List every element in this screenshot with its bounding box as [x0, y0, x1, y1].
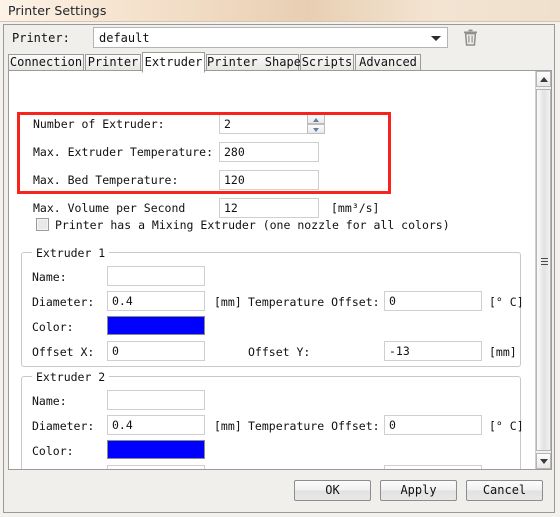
tab-printer[interactable]: Printer: [85, 54, 141, 71]
printer-label: Printer:: [12, 31, 70, 45]
extruder-1-offset-x-label: Offset X:: [32, 345, 95, 359]
extruder-1-offset-y-input[interactable]: -13: [384, 341, 482, 361]
printer-selector-row: Printer: default: [4, 25, 556, 53]
extruder-1-temperature-offset-input[interactable]: 0: [384, 291, 482, 311]
extruder-2-name-label: Name:: [32, 394, 67, 408]
extruder-2-offset-x-label: Offset X:: [32, 469, 94, 470]
tab-extruder[interactable]: Extruder: [142, 52, 205, 73]
max-bed-temperature-label: Max. Bed Temperature:: [33, 173, 179, 187]
stepper-up-button[interactable]: [307, 114, 325, 124]
extruder-1-diameter-input[interactable]: 0.4: [107, 291, 205, 311]
tab-connection[interactable]: Connection: [8, 54, 84, 71]
extruder-2-color-label: Color:: [32, 444, 74, 458]
extruder-2-diameter-unit: [mm]: [214, 419, 242, 433]
extruder-2-offset-y-input[interactable]: 13: [384, 465, 482, 469]
max-volume-per-second-unit: [mm³/s]: [331, 201, 380, 215]
number-of-extruder-label: Number of Extruder:: [33, 117, 165, 131]
caret-up-icon: [540, 77, 548, 82]
scrollbar-thumb[interactable]: [536, 89, 551, 451]
scrollbar-grip-icon: [541, 258, 548, 265]
mixing-extruder-label: Printer has a Mixing Extruder (one nozzl…: [55, 218, 450, 232]
extruder-2-group: Extruder 2 Name: Diameter: 0.4 [mm] Temp…: [21, 370, 524, 470]
dialog-button-bar: OK Apply Cancel: [4, 472, 556, 514]
caret-down-icon: [313, 128, 319, 132]
printer-dropdown[interactable]: default: [93, 27, 448, 48]
extruder-1-temperature-offset-unit: [° C]: [489, 295, 524, 309]
settings-content: Number of Extruder: 2 Max. Extruder Temp…: [9, 71, 535, 469]
caret-down-icon: [540, 459, 548, 464]
extruder-2-temperature-offset-input[interactable]: 0: [384, 415, 482, 435]
extruder-1-title: Extruder 1: [32, 246, 110, 260]
trash-icon[interactable]: [463, 29, 478, 46]
vertical-scrollbar[interactable]: [535, 71, 551, 469]
extruder-1-color-label: Color:: [32, 320, 74, 334]
extruder-2-offset-x-input[interactable]: 0: [107, 465, 205, 469]
extruder-2-temperature-offset-unit: [° C]: [489, 419, 524, 433]
title-bar: Printer Settings: [0, 0, 560, 22]
dialog-body: Printer: default Connection Printer Extr…: [3, 24, 555, 513]
max-bed-temperature-input[interactable]: 120: [219, 170, 319, 190]
extruder-1-name-label: Name:: [32, 270, 67, 284]
stepper-down-button[interactable]: [307, 124, 325, 134]
scroll-up-button[interactable]: [536, 71, 551, 87]
max-volume-per-second-label: Max. Volume per Second: [33, 201, 186, 215]
ok-button[interactable]: OK: [294, 480, 371, 501]
extruder-2-title: Extruder 2: [32, 370, 110, 384]
window-title: Printer Settings: [8, 3, 107, 18]
extruder-1-diameter-label: Diameter:: [32, 295, 95, 309]
printer-dropdown-value: default: [99, 31, 150, 45]
extruder-1-group: Extruder 1 Name: Diameter: 0.4 [mm] Temp…: [21, 246, 524, 367]
extruder-2-offset-y-label: Offset Y:: [248, 469, 310, 470]
extruder-1-color-swatch[interactable]: [107, 316, 205, 335]
caret-up-icon: [313, 118, 319, 122]
number-of-extruder-stepper[interactable]: [307, 114, 325, 134]
extruder-2-diameter-input[interactable]: 0.4: [107, 415, 205, 435]
extruder-2-offset-y-unit: [mm]: [489, 469, 517, 470]
mixing-extruder-checkbox[interactable]: [36, 218, 49, 231]
extruder-2-diameter-label: Diameter:: [32, 419, 95, 433]
tab-strip: Connection Printer Extruder Printer Shap…: [8, 52, 552, 73]
extruder-2-temperature-offset-label: Temperature Offset:: [248, 419, 380, 433]
extruder-1-offset-x-input[interactable]: 0: [107, 341, 205, 361]
max-volume-per-second-input[interactable]: 12: [219, 198, 319, 218]
max-extruder-temperature-input[interactable]: 280: [219, 142, 319, 162]
tab-advanced[interactable]: Advanced: [355, 54, 421, 71]
max-extruder-temperature-label: Max. Extruder Temperature:: [33, 145, 214, 159]
extruder-1-offset-y-label: Offset Y:: [248, 345, 311, 359]
tab-printer-shape[interactable]: Printer Shape: [206, 54, 301, 71]
number-of-extruder-input[interactable]: 2: [219, 114, 319, 134]
extruder-1-temperature-offset-label: Temperature Offset:: [248, 295, 380, 309]
extruder-2-name-input[interactable]: [107, 390, 205, 410]
extruder-1-name-input[interactable]: [107, 266, 205, 286]
extruder-2-color-swatch[interactable]: [107, 440, 205, 459]
extruder-1-diameter-unit: [mm]: [214, 295, 242, 309]
scroll-down-button[interactable]: [536, 453, 551, 469]
apply-button[interactable]: Apply: [380, 480, 457, 501]
cancel-button[interactable]: Cancel: [466, 480, 543, 501]
tab-scripts[interactable]: Scripts: [300, 54, 354, 71]
chevron-down-icon: [431, 36, 441, 41]
extruder-1-offset-y-unit: [mm]: [489, 345, 517, 359]
extruder-settings-panel: Number of Extruder: 2 Max. Extruder Temp…: [8, 70, 552, 470]
printer-settings-window: Printer Settings Printer: default Connec…: [0, 0, 560, 517]
